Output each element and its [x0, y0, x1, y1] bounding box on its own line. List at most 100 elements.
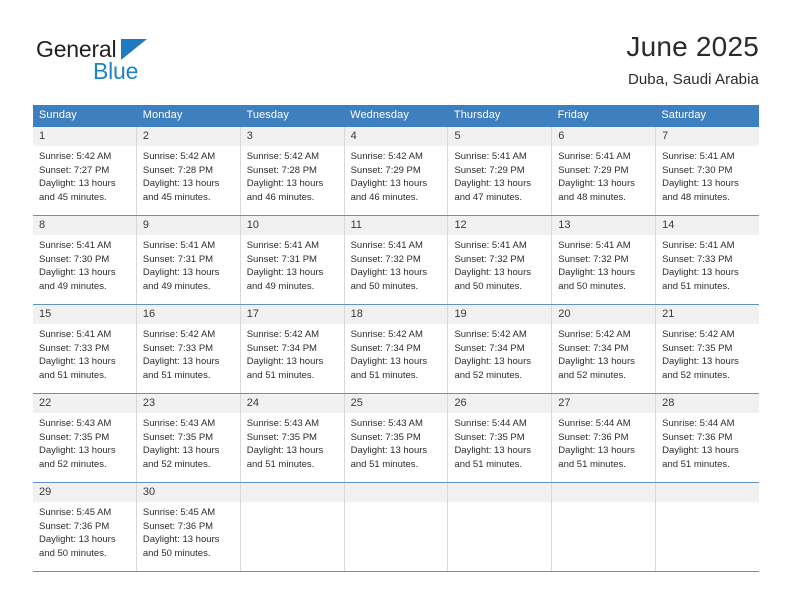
page-subtitle-location: Duba, Saudi Arabia: [627, 71, 759, 88]
day-sun-info: Sunrise: 5:44 AM Sunset: 7:36 PM Daylight:…: [656, 413, 759, 477]
day-daylight-line: and 50 minutes.: [39, 547, 107, 559]
calendar-day-cell[interactable]: 17 Sunrise: 5:42 AM Sunset: 7:34 PM Dayligh…: [240, 305, 345, 393]
day-number: 9: [136, 216, 240, 235]
calendar-day-cell[interactable]: 7 Sunrise: 5:41 AM Sunset: 7:30 PM Daylight…: [656, 127, 760, 215]
calendar-day-cell[interactable]: 19 Sunrise: 5:42 AM Sunset: 7:34 PM Dayligh…: [448, 305, 553, 393]
calendar-day-cell[interactable]: 8 Sunrise: 5:41 AM Sunset: 7:30 PM Daylight…: [33, 216, 137, 304]
calendar-day-cell[interactable]: 22 Sunrise: 5:43 AM Sunset: 7:35 PM Dayligh…: [33, 394, 137, 482]
calendar-day-cell[interactable]: 26 Sunrise: 5:44 AM Sunset: 7:35 PM Dayligh…: [448, 394, 553, 482]
day-sunrise-line: Sunrise: 5:45 AM: [39, 507, 112, 518]
day-daylight-line: and 51 minutes.: [39, 369, 107, 381]
calendar-day-cell[interactable]: 28 Sunrise: 5:44 AM Sunset: 7:36 PM Dayligh…: [656, 394, 760, 482]
calendar-day-cell[interactable]: 21 Sunrise: 5:42 AM Sunset: 7:35 PM Dayligh…: [656, 305, 760, 393]
day-sunset-line: Sunset: 7:36 PM: [662, 431, 733, 443]
day-daylight-line: Daylight: 13 hours: [558, 356, 635, 367]
calendar-day-cell[interactable]: 14 Sunrise: 5:41 AM Sunset: 7:33 PM Dayligh…: [656, 216, 760, 304]
calendar-day-cell[interactable]: 3 Sunrise: 5:42 AM Sunset: 7:28 PM Daylight…: [240, 127, 345, 215]
calendar-day-cell[interactable]: 25 Sunrise: 5:43 AM Sunset: 7:35 PM Dayligh…: [344, 394, 449, 482]
calendar-day-cell[interactable]: 29 Sunrise: 5:45 AM Sunset: 7:36 PM Dayligh…: [33, 483, 137, 571]
day-daylight-line: Daylight: 13 hours: [662, 445, 739, 456]
calendar-day-cell[interactable]: 27 Sunrise: 5:44 AM Sunset: 7:36 PM Dayligh…: [552, 394, 657, 482]
calendar-day-cell[interactable]: 11 Sunrise: 5:41 AM Sunset: 7:32 PM Dayligh…: [344, 216, 449, 304]
day-sunrise-line: Sunrise: 5:44 AM: [454, 418, 527, 429]
calendar-day-cell[interactable]: 6 Sunrise: 5:41 AM Sunset: 7:29 PM Daylight…: [552, 127, 657, 215]
day-daylight-line: Daylight: 13 hours: [662, 178, 739, 189]
day-daylight-line: Daylight: 13 hours: [350, 178, 428, 189]
day-daylight-line: Daylight: 13 hours: [39, 534, 116, 545]
day-number: 7: [656, 127, 760, 146]
calendar-day-cell[interactable]: 9 Sunrise: 5:41 AM Sunset: 7:31 PM Daylight…: [136, 216, 241, 304]
day-number: 18: [344, 305, 448, 324]
day-sun-info: Sunrise: 5:42 AM Sunset: 7:35 PM Daylight:…: [656, 324, 759, 388]
day-daylight-line: and 51 minutes.: [662, 458, 730, 470]
calendar-day-cell[interactable]: 2 Sunrise: 5:42 AM Sunset: 7:28 PM Daylight…: [136, 127, 241, 215]
day-number: 11: [344, 216, 448, 235]
weekday-header-monday: Monday: [142, 109, 183, 121]
day-sunrise-line: Sunrise: 5:42 AM: [350, 329, 423, 340]
day-sun-info: Sunrise: 5:41 AM Sunset: 7:32 PM Daylight:…: [552, 235, 655, 299]
day-sun-info: Sunrise: 5:41 AM Sunset: 7:32 PM Daylight:…: [448, 235, 551, 299]
calendar-day-cell-empty: [240, 483, 345, 571]
day-sun-info: Sunrise: 5:42 AM Sunset: 7:28 PM Daylight:…: [241, 146, 344, 210]
day-number: [240, 483, 344, 502]
day-sunset-line: Sunset: 7:35 PM: [246, 431, 317, 443]
day-sun-info: [345, 502, 448, 512]
calendar-day-cell[interactable]: 30 Sunrise: 5:45 AM Sunset: 7:36 PM Dayligh…: [136, 483, 241, 571]
calendar-day-cell-empty: [552, 483, 657, 571]
day-number: [656, 483, 760, 502]
calendar-grid: Sunday Monday Tuesday Wednesday Thursday Frid…: [33, 105, 760, 572]
day-daylight-line: and 50 minutes.: [142, 547, 211, 559]
day-sunset-line: Sunset: 7:35 PM: [662, 342, 733, 354]
day-sunrise-line: Sunrise: 5:41 AM: [39, 240, 112, 251]
day-daylight-line: and 50 minutes.: [454, 280, 523, 292]
day-daylight-line: Daylight: 13 hours: [246, 356, 324, 367]
weekday-header-tuesday: Tuesday: [246, 109, 289, 121]
calendar-day-cell-empty: [448, 483, 553, 571]
day-sunrise-line: Sunrise: 5:42 AM: [350, 151, 423, 162]
day-sunset-line: Sunset: 7:35 PM: [142, 431, 214, 443]
calendar-day-cell[interactable]: 5 Sunrise: 5:41 AM Sunset: 7:29 PM Daylight…: [448, 127, 553, 215]
calendar-day-cell[interactable]: 13 Sunrise: 5:41 AM Sunset: 7:32 PM Dayligh…: [552, 216, 657, 304]
day-daylight-line: and 52 minutes.: [662, 369, 730, 381]
page-title: June 2025: [626, 31, 759, 62]
day-sun-info: Sunrise: 5:43 AM Sunset: 7:35 PM Daylight:…: [137, 413, 240, 477]
calendar-day-cell[interactable]: 12 Sunrise: 5:41 AM Sunset: 7:32 PM Dayligh…: [448, 216, 553, 304]
page-header: General Blue June 2025 Duba, Saudi Arabi…: [33, 30, 759, 98]
day-sunrise-line: Sunrise: 5:42 AM: [142, 151, 216, 162]
day-sun-info: [241, 502, 344, 512]
calendar-week-row: 29 Sunrise: 5:45 AM Sunset: 7:36 PM Dayligh…: [33, 483, 760, 572]
calendar-day-cell[interactable]: 15 Sunrise: 5:41 AM Sunset: 7:33 PM Dayligh…: [33, 305, 137, 393]
day-sunrise-line: Sunrise: 5:43 AM: [142, 418, 216, 429]
day-sun-info: Sunrise: 5:41 AM Sunset: 7:33 PM Daylight:…: [33, 324, 136, 388]
day-number: 3: [240, 127, 344, 146]
calendar-day-cell[interactable]: 20 Sunrise: 5:42 AM Sunset: 7:34 PM Dayligh…: [552, 305, 657, 393]
day-number: 23: [136, 394, 240, 413]
day-sun-info: Sunrise: 5:42 AM Sunset: 7:29 PM Daylight:…: [345, 146, 448, 210]
day-daylight-line: and 49 minutes.: [142, 280, 211, 292]
weekday-header-sunday: Sunday: [39, 109, 77, 121]
day-sun-info: Sunrise: 5:41 AM Sunset: 7:32 PM Daylight:…: [345, 235, 448, 299]
weekday-header-friday: Friday: [557, 109, 589, 121]
day-daylight-line: Daylight: 13 hours: [662, 356, 739, 367]
day-sunset-line: Sunset: 7:34 PM: [350, 342, 421, 354]
calendar-week-row: 1 Sunrise: 5:42 AM Sunset: 7:27 PM Daylight…: [33, 127, 760, 216]
calendar-day-cell[interactable]: 10 Sunrise: 5:41 AM Sunset: 7:31 PM Dayligh…: [240, 216, 345, 304]
day-daylight-line: Daylight: 13 hours: [142, 356, 220, 367]
day-sunset-line: Sunset: 7:35 PM: [39, 431, 110, 443]
calendar-week-row: 15 Sunrise: 5:41 AM Sunset: 7:33 PM Dayligh…: [33, 305, 760, 394]
calendar-day-cell[interactable]: 23 Sunrise: 5:43 AM Sunset: 7:35 PM Dayligh…: [136, 394, 241, 482]
calendar-day-cell[interactable]: 24 Sunrise: 5:43 AM Sunset: 7:35 PM Dayligh…: [240, 394, 345, 482]
day-number: 6: [552, 127, 656, 146]
day-sunrise-line: Sunrise: 5:41 AM: [662, 151, 735, 162]
calendar-weeks: 1 Sunrise: 5:42 AM Sunset: 7:27 PM Daylight…: [33, 127, 760, 572]
calendar-day-cell[interactable]: 18 Sunrise: 5:42 AM Sunset: 7:34 PM Dayligh…: [344, 305, 449, 393]
logo-triangle-icon: [121, 39, 147, 60]
day-sun-info: Sunrise: 5:42 AM Sunset: 7:27 PM Daylight:…: [33, 146, 136, 210]
calendar-day-cell[interactable]: 4 Sunrise: 5:42 AM Sunset: 7:29 PM Daylight…: [344, 127, 449, 215]
calendar-day-cell[interactable]: 1 Sunrise: 5:42 AM Sunset: 7:27 PM Daylight…: [33, 127, 137, 215]
weekday-header-row: Sunday Monday Tuesday Wednesday Thursday Frid…: [33, 105, 759, 127]
day-daylight-line: Daylight: 13 hours: [454, 445, 532, 456]
calendar-day-cell[interactable]: 16 Sunrise: 5:42 AM Sunset: 7:33 PM Dayligh…: [136, 305, 241, 393]
day-daylight-line: and 45 minutes.: [39, 191, 107, 203]
day-sunset-line: Sunset: 7:33 PM: [39, 342, 110, 354]
